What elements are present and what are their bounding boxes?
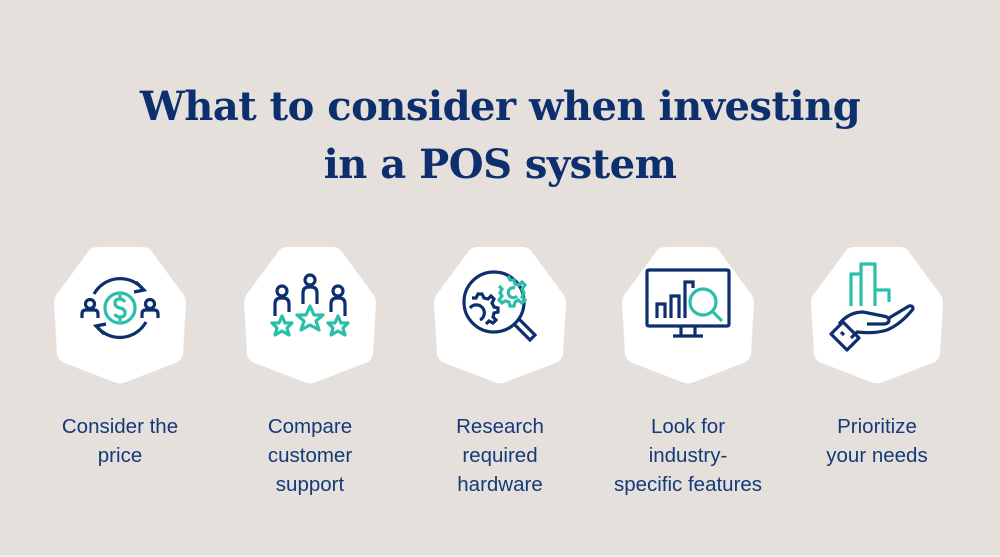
icon-badge <box>430 246 570 386</box>
considerations-list: Consider the price Compare customer supp… <box>0 0 1000 557</box>
consideration-label: Compare customer support <box>267 415 353 496</box>
consideration-label: Research required hardware <box>456 415 544 496</box>
consideration-label: Prioritize your needs <box>826 415 928 467</box>
hand-growth-icon <box>829 262 915 352</box>
consideration-label: Consider the price <box>61 415 179 467</box>
consideration-label: Look for industry- specific features <box>613 415 763 496</box>
icon-badge <box>50 246 190 386</box>
hardware-research-icon <box>462 270 538 343</box>
icon-badge <box>807 246 947 386</box>
icon-badge <box>240 246 380 386</box>
price-exchange-icon <box>80 277 160 339</box>
icon-badge <box>618 246 758 386</box>
analytics-search-icon <box>645 268 731 338</box>
customer-rating-icon <box>270 273 350 337</box>
